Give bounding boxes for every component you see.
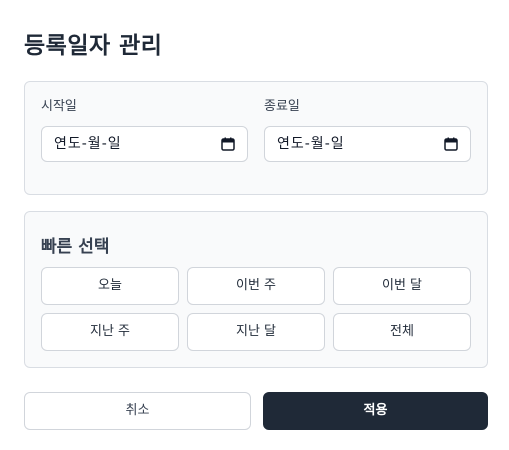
quick-select-title: 빠른 선택 xyxy=(41,237,110,257)
apply-button[interactable]: 적용 xyxy=(263,392,488,430)
end-date-placeholder: 연도-월-일 xyxy=(277,136,345,152)
quick-today-button[interactable]: 오늘 xyxy=(41,267,179,305)
end-date-field: 종료일 연도-월-일 xyxy=(264,99,471,162)
quick-this-month-button[interactable]: 이번 달 xyxy=(333,267,471,305)
quick-select-panel: 빠른 선택 오늘 이번 주 이번 달 지난 주 지난 달 전체 xyxy=(24,211,488,368)
start-date-label: 시작일 xyxy=(41,99,77,114)
start-date-input[interactable]: 연도-월-일 xyxy=(41,126,248,162)
quick-this-week-button[interactable]: 이번 주 xyxy=(187,267,325,305)
end-date-input[interactable]: 연도-월-일 xyxy=(264,126,471,162)
quick-last-week-button[interactable]: 지난 주 xyxy=(41,313,179,351)
quick-select-grid: 오늘 이번 주 이번 달 지난 주 지난 달 전체 xyxy=(41,267,471,351)
calendar-icon[interactable] xyxy=(221,137,235,151)
cancel-button[interactable]: 취소 xyxy=(24,392,251,430)
calendar-icon[interactable] xyxy=(444,137,458,151)
date-range-panel: 시작일 연도-월-일 종료일 연도-월-일 xyxy=(24,81,488,195)
quick-last-month-button[interactable]: 지난 달 xyxy=(187,313,325,351)
end-date-label: 종료일 xyxy=(264,99,300,114)
start-date-field: 시작일 연도-월-일 xyxy=(41,99,248,162)
start-date-placeholder: 연도-월-일 xyxy=(54,136,122,152)
quick-all-button[interactable]: 전체 xyxy=(333,313,471,351)
date-range-dialog: 등록일자 관리 시작일 연도-월-일 종료일 연도-월-일 빠른 선택 오늘 이… xyxy=(0,0,509,450)
dialog-title: 등록일자 관리 xyxy=(24,33,163,59)
